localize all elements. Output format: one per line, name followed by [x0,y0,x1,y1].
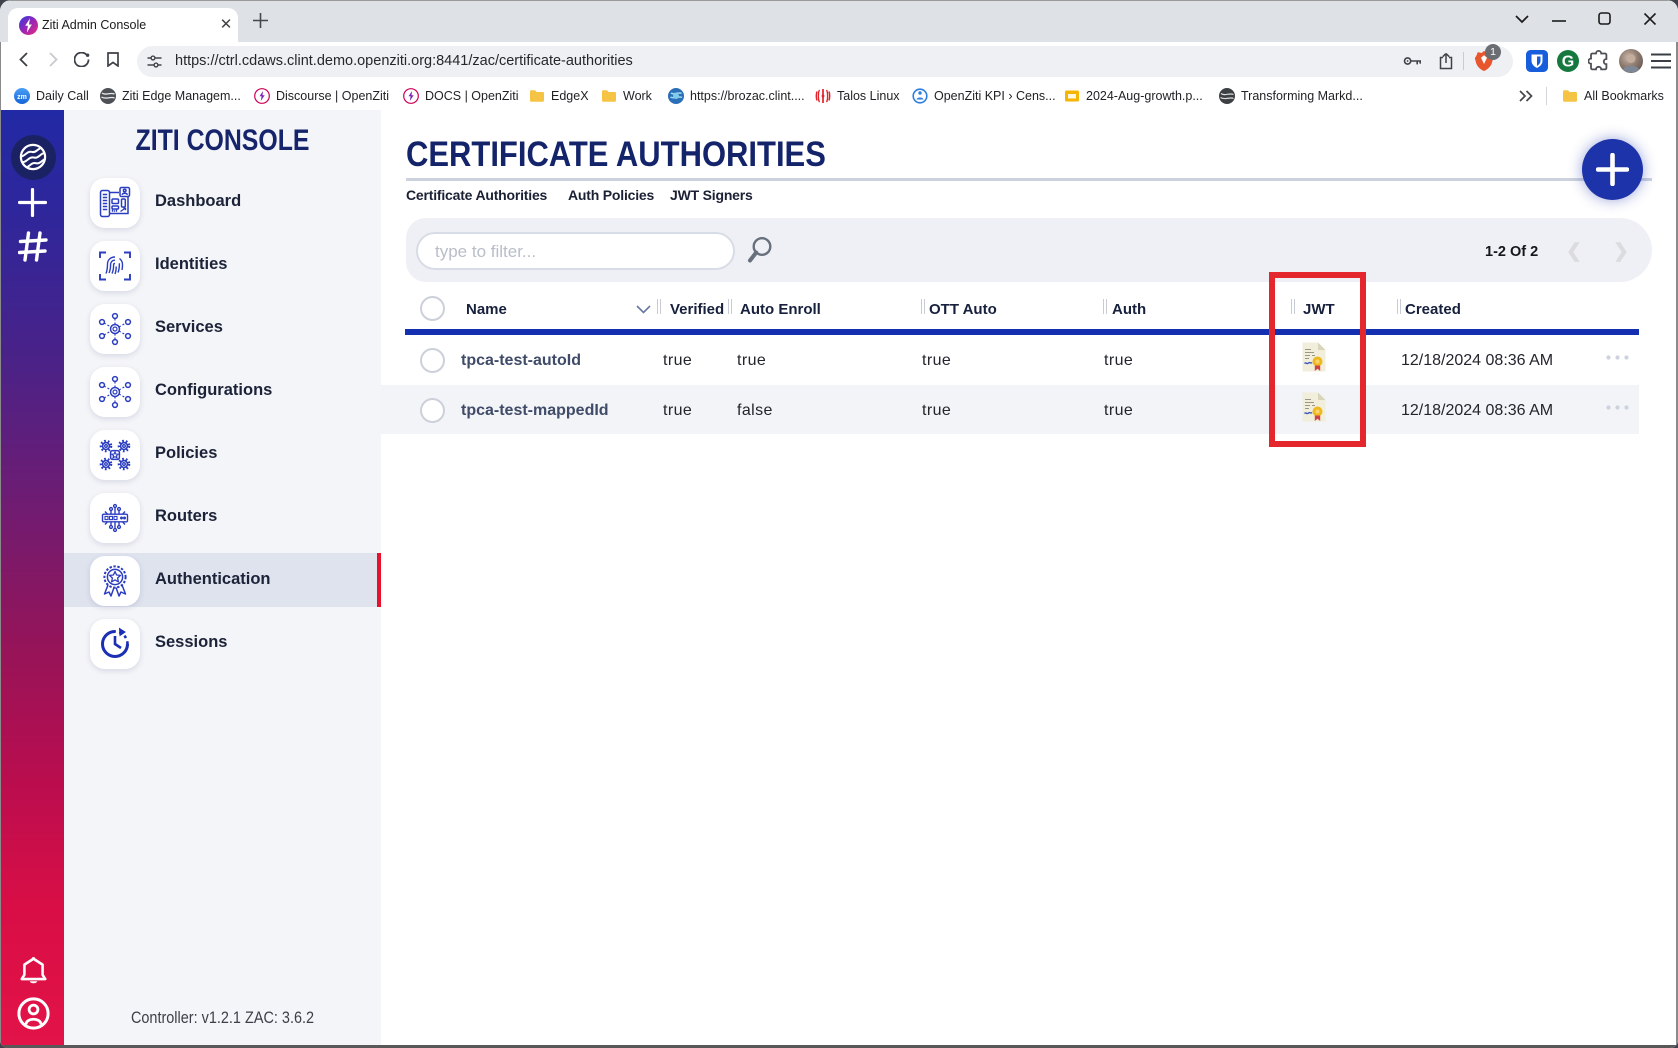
svg-text:zm: zm [17,94,27,101]
svg-text:G: G [1562,54,1574,71]
